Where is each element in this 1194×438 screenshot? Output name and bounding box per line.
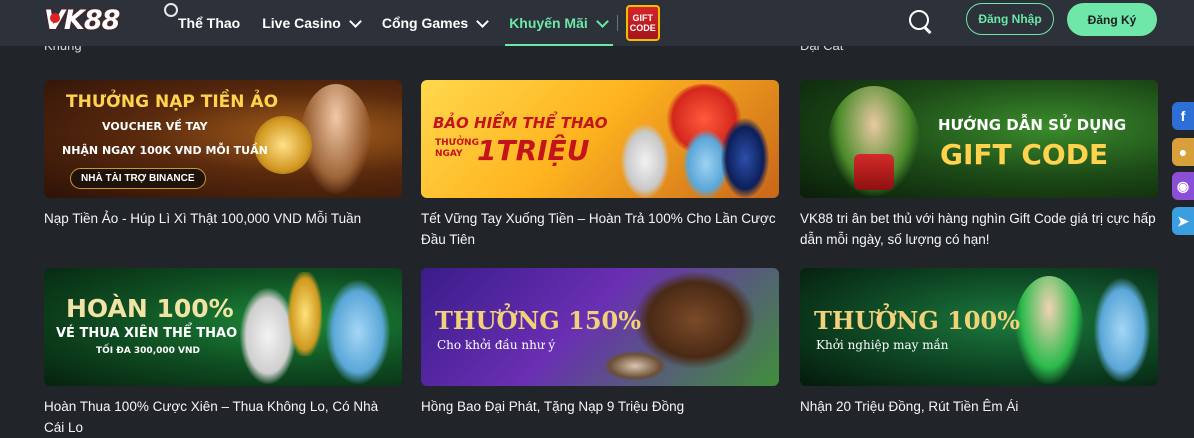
model-image: [1014, 276, 1084, 384]
promo-card[interactable]: THƯỞNG 100% Khởi nghiệp may mắn Nhận 20 …: [800, 268, 1158, 417]
chevron-down-icon: [476, 14, 490, 28]
promo-banner[interactable]: HƯỚNG DẪN SỬ DỤNG GIFT CODE: [800, 80, 1158, 198]
gift-code-line2: CODE: [629, 23, 656, 33]
banner-headline: THƯỞNG NẠP TIỀN ẢO: [66, 92, 279, 112]
promo-title[interactable]: Tết Vững Tay Xuống Tiền – Hoàn Trả 100% …: [421, 208, 779, 250]
banner-subline: VÉ THUA XIÊN THỂ THAO: [56, 326, 238, 341]
promo-banner[interactable]: BẢO HIỂM THỂ THAO THƯỞNG NGAY 1TRIỆU: [421, 80, 779, 198]
promo-card[interactable]: HOÀN 100% VÉ THUA XIÊN THỂ THAO TỐI ĐA 3…: [44, 268, 402, 438]
telegram-icon[interactable]: ➤: [1172, 207, 1194, 235]
facebook-icon[interactable]: f: [1172, 102, 1194, 130]
top-header: VK88 Thể Thao Live Casino Cổng Games Khu…: [0, 0, 1194, 46]
gift-code-line1: GIFT: [632, 13, 654, 23]
logo-dot-icon: [50, 13, 60, 23]
login-button[interactable]: Đăng Nhập: [966, 3, 1054, 35]
banner-note: TỐI ĐA 300,000 VND: [96, 346, 201, 356]
promo-card[interactable]: THƯỞNG 150% Cho khởi đầu như ý Hồng Bao …: [421, 268, 779, 417]
nav-divider: [616, 15, 618, 31]
nav-label: Khuyến Mãi: [509, 15, 588, 31]
messenger-icon[interactable]: ◉: [1172, 172, 1194, 200]
sponsor-badge: NHÀ TÀI TRỢ BINANCE: [70, 168, 206, 189]
promo-title[interactable]: VK88 tri ân bet thủ với hàng nghìn Gift …: [800, 208, 1158, 250]
banner-headline: THƯỞNG 100%: [814, 306, 1021, 335]
banner-subline: VOUCHER VỀ TAY: [102, 120, 208, 133]
gift-code-button[interactable]: GIFT CODE: [625, 5, 660, 41]
nav-cong-games[interactable]: Cổng Games: [381, 0, 490, 46]
banner-headline: HƯỚNG DẪN SỬ DỤNG: [938, 116, 1127, 134]
banner-subline: Khởi nghiệp may mắn: [816, 338, 949, 352]
promo-title[interactable]: Hồng Bao Đại Phát, Tặng Nạp 9 Triệu Đồng: [421, 396, 779, 417]
register-button[interactable]: Đăng Ký: [1067, 3, 1157, 36]
nav-label: Thể Thao: [178, 15, 241, 31]
nav-live-casino[interactable]: Live Casino: [262, 0, 362, 46]
chevron-down-icon: [348, 14, 362, 28]
nav-label: Live Casino: [262, 15, 341, 31]
nav-khuyen-mai[interactable]: Khuyến Mãi: [505, 0, 613, 46]
promo-card[interactable]: HƯỚNG DẪN SỬ DỤNG GIFT CODE VK88 tri ân …: [800, 80, 1158, 250]
promo-title[interactable]: Hoàn Thua 100% Cược Xiên – Thua Không Lo…: [44, 396, 402, 438]
nav-the-thao[interactable]: Thể Thao: [178, 0, 240, 46]
search-button[interactable]: [906, 7, 934, 35]
promo-title[interactable]: Nạp Tiền Ảo - Húp Lì Xì Thật 100,000 VND…: [44, 208, 402, 229]
logo-flower-icon: [164, 3, 178, 17]
banner-headline: HOÀN 100%: [66, 294, 234, 323]
promo-banner[interactable]: THƯỞNG 100% Khởi nghiệp may mắn: [800, 268, 1158, 386]
promo-card[interactable]: THƯỞNG NẠP TIỀN ẢO VOUCHER VỀ TAY NHẬN N…: [44, 80, 402, 229]
banner-headline: THƯỞNG 150%: [435, 306, 642, 335]
world-cup-trophy-image: [288, 272, 322, 356]
banner-subline: THƯỞNG NGAY: [435, 138, 479, 159]
promo-title[interactable]: Nhận 20 Triệu Đồng, Rút Tiền Êm Ái: [800, 396, 1158, 417]
player-image: [721, 118, 769, 198]
promo-banner[interactable]: THƯỞNG NẠP TIỀN ẢO VOUCHER VỀ TAY NHẬN N…: [44, 80, 402, 198]
search-icon-handle: [924, 26, 932, 34]
player-image: [621, 124, 669, 198]
promo-banner[interactable]: THƯỞNG 150% Cho khởi đầu như ý: [421, 268, 779, 386]
vk88-logo[interactable]: VK88: [44, 3, 178, 36]
chevron-down-icon: [595, 14, 609, 28]
greyhound-image: [605, 352, 665, 380]
banner-amount: 1TRIỆU: [477, 134, 590, 167]
nav-label: Cổng Games: [381, 15, 469, 31]
gift-box-image: [854, 154, 894, 190]
banner-subline: NHẬN NGAY 100K VND MỖI TUẦN: [62, 144, 268, 157]
player-image: [326, 280, 390, 384]
banner-headline: BẢO HIỂM THỂ THAO: [433, 114, 608, 132]
group-icon[interactable]: ●: [1172, 138, 1194, 166]
player-image: [1094, 278, 1150, 382]
main-nav: Thể Thao Live Casino Cổng Games Khuyến M…: [178, 0, 660, 46]
promo-card[interactable]: BẢO HIỂM THỂ THAO THƯỞNG NGAY 1TRIỆU Tết…: [421, 80, 779, 250]
banner-subline: Cho khởi đầu như ý: [437, 338, 556, 352]
promo-banner[interactable]: HOÀN 100% VÉ THUA XIÊN THỂ THAO TỐI ĐA 3…: [44, 268, 402, 386]
banner-title: GIFT CODE: [940, 138, 1109, 171]
